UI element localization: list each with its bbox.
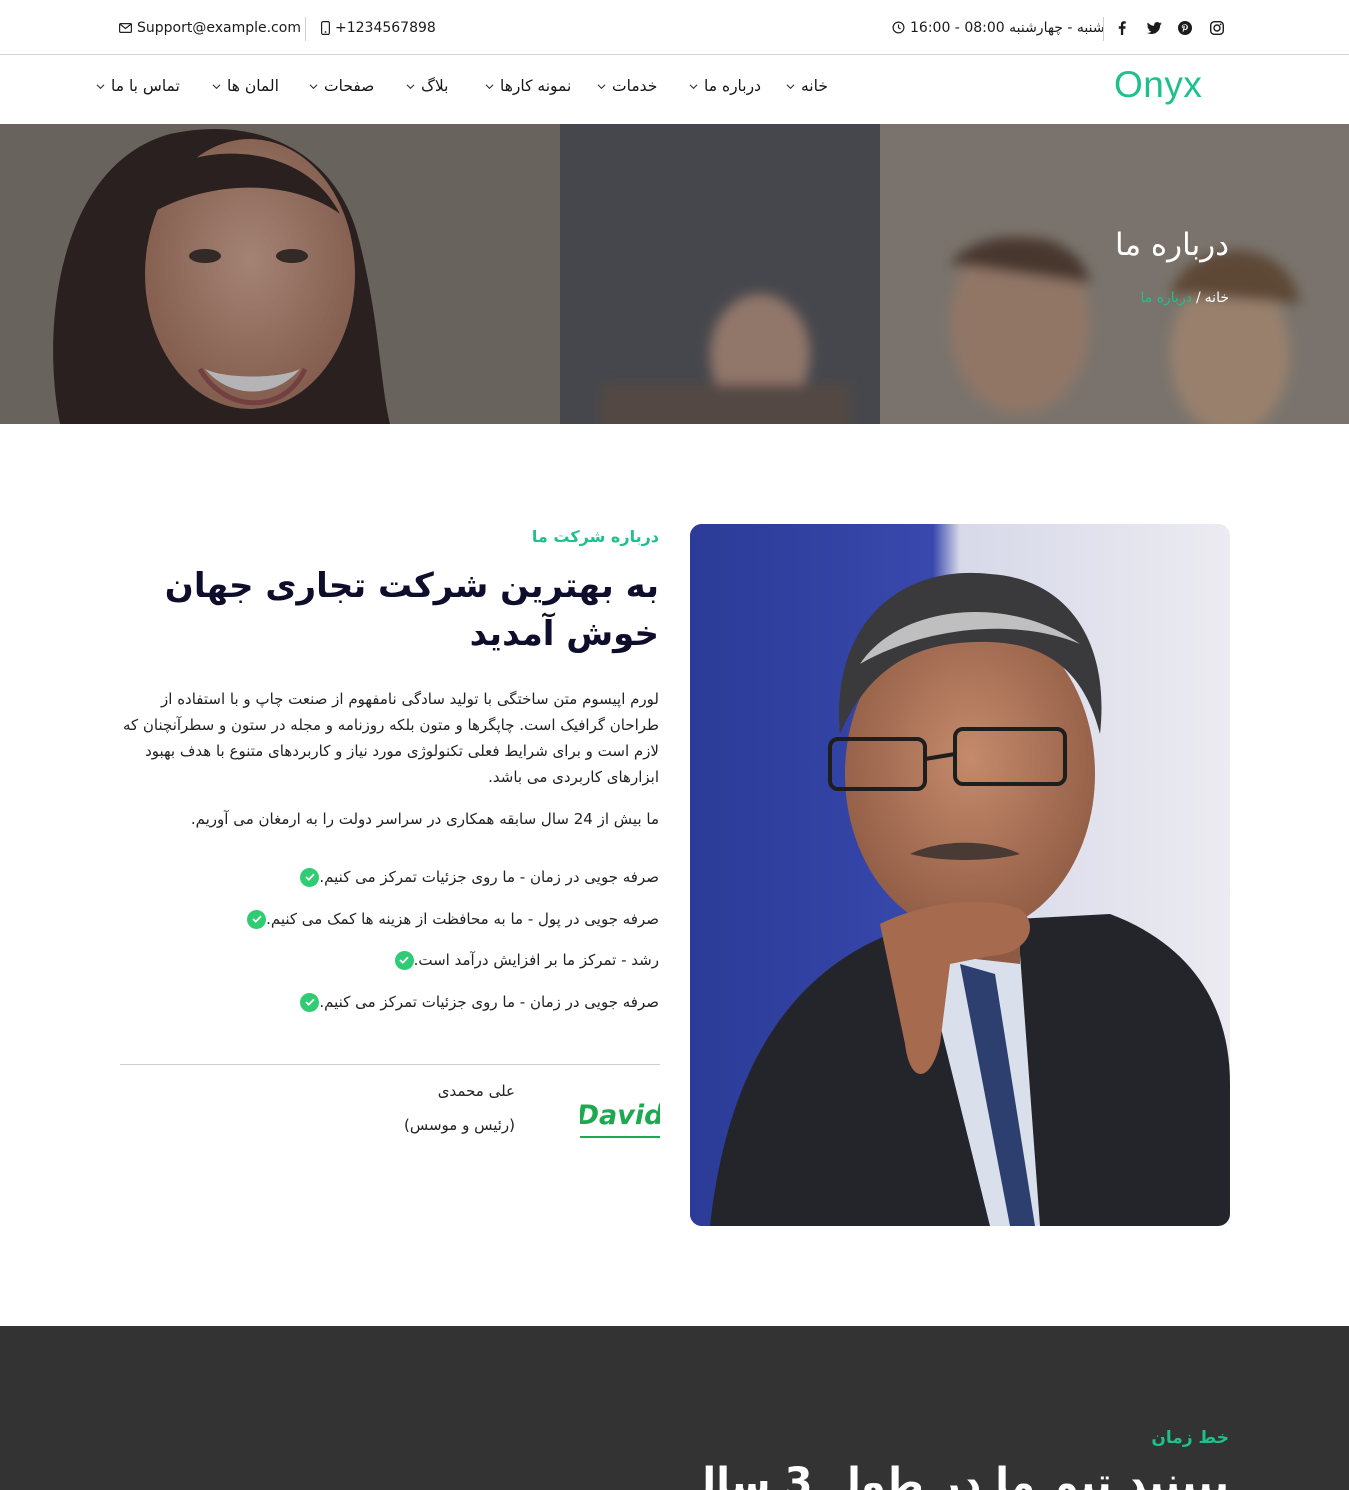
nav-label: خانه <box>801 77 828 95</box>
timeline-section: خط زمان ببینید تیم ما در طول 3 سال <box>0 1326 1349 1490</box>
nav-label: بلاگ <box>421 77 449 95</box>
breadcrumb-separator: / <box>1195 290 1201 306</box>
breadcrumb-home-link[interactable]: خانه <box>1205 290 1229 306</box>
working-hours: شنبه - چهارشنبه 08:00 - 16:00 <box>892 0 1105 55</box>
divider <box>305 17 306 41</box>
about-paragraph: ما بیش از 24 سال سابقه همکاری در سراسر د… <box>190 810 659 828</box>
email-link[interactable]: Support@example.com <box>119 0 301 55</box>
checklist-text: صرفه جویی در زمان - ما روی جزئیات تمرکز … <box>319 868 659 886</box>
about-heading: به بهترین شرکت تجاری جهان خوش آمدید <box>164 566 659 654</box>
chevron-down-icon <box>786 83 795 89</box>
facebook-icon[interactable] <box>1113 19 1131 37</box>
about-paragraph: لورم اپیسوم متن ساختگی با تولید سادگی نا… <box>122 690 659 786</box>
signature-text: David <box>580 1100 660 1131</box>
about-eyebrow: درباره شرکت ما <box>531 527 659 546</box>
hero-overlay <box>0 124 1349 424</box>
main-navigation: Onyx خانه درباره ما خدمات نمونه کارها بل… <box>0 56 1349 124</box>
checklist-item: صرفه جویی در زمان - ما روی جزئیات تمرکز … <box>290 990 659 1014</box>
nav-item-pages[interactable]: صفحات <box>309 56 374 116</box>
nav-label: خدمات <box>612 77 658 95</box>
nav-item-elements[interactable]: المان ها <box>212 56 279 116</box>
nav-label: صفحات <box>324 77 375 95</box>
chevron-down-icon <box>597 83 606 89</box>
twitter-icon[interactable] <box>1145 19 1163 37</box>
checklist-item: صرفه جویی در زمان - ما روی جزئیات تمرکز … <box>290 865 659 889</box>
nav-label: نمونه کارها <box>500 77 572 95</box>
portrait-photo <box>690 524 1230 1226</box>
chevron-down-icon <box>485 83 494 89</box>
chevron-down-icon <box>212 83 221 89</box>
phone-link[interactable]: +1234567898 <box>321 0 436 55</box>
breadcrumb: خانه / درباره ما <box>1140 290 1229 306</box>
page-hero-banner: درباره ما خانه / درباره ما <box>0 124 1349 424</box>
chevron-down-icon <box>309 83 318 89</box>
pinterest-icon[interactable] <box>1176 19 1194 37</box>
mail-icon <box>119 22 132 33</box>
breadcrumb-current: درباره ما <box>1140 290 1192 306</box>
nav-label: تماس با ما <box>111 77 180 95</box>
person-name: علی محمدی <box>437 1082 515 1100</box>
ceo-portrait-image <box>690 524 1230 1226</box>
chevron-down-icon <box>689 83 698 89</box>
check-circle-icon <box>300 992 320 1012</box>
nav-item-contact[interactable]: تماس با ما <box>96 56 180 116</box>
top-bar: Support@example.com +1234567898 شنبه - چ… <box>0 0 1349 55</box>
nav-item-portfolio[interactable]: نمونه کارها <box>485 56 571 116</box>
hours-text: شنبه - چهارشنبه 08:00 - 16:00 <box>910 19 1105 36</box>
divider <box>1103 17 1104 41</box>
divider <box>120 1064 660 1065</box>
clock-icon <box>892 21 905 34</box>
page-title: درباره ما <box>1115 227 1229 263</box>
chevron-down-icon <box>96 83 105 89</box>
checklist-text: صرفه جویی در پول - ما به محافظت از هزینه… <box>266 910 659 928</box>
nav-item-services[interactable]: خدمات <box>597 56 657 116</box>
check-circle-icon <box>247 909 267 929</box>
person-role: (رئیس و موسس) <box>403 1116 515 1134</box>
nav-item-home[interactable]: خانه <box>786 56 828 116</box>
checklist-item: صرفه جویی در پول - ما به محافظت از هزینه… <box>237 907 659 931</box>
checklist-text: صرفه جویی در زمان - ما روی جزئیات تمرکز … <box>319 993 659 1011</box>
instagram-icon[interactable] <box>1208 19 1226 37</box>
nav-label: المان ها <box>227 77 279 95</box>
timeline-heading: ببینید تیم ما در طول 3 سال <box>681 1460 1229 1490</box>
nav-item-about[interactable]: درباره ما <box>689 56 761 116</box>
phone-text: +1234567898 <box>335 19 436 36</box>
phone-icon <box>321 20 330 35</box>
check-circle-icon <box>394 950 414 970</box>
checklist-text: رشد - تمرکز ما بر افزایش درآمد است. <box>413 951 659 969</box>
email-text: Support@example.com <box>137 19 301 36</box>
nav-label: درباره ما <box>704 77 761 95</box>
signature-image: David <box>580 1100 660 1138</box>
check-circle-icon <box>300 867 320 887</box>
checklist-item: رشد - تمرکز ما بر افزایش درآمد است. <box>385 948 659 972</box>
chevron-down-icon <box>406 83 415 89</box>
nav-item-blog[interactable]: بلاگ <box>406 56 448 116</box>
site-logo[interactable]: Onyx <box>1114 64 1202 106</box>
timeline-eyebrow: خط زمان <box>1151 1428 1229 1448</box>
